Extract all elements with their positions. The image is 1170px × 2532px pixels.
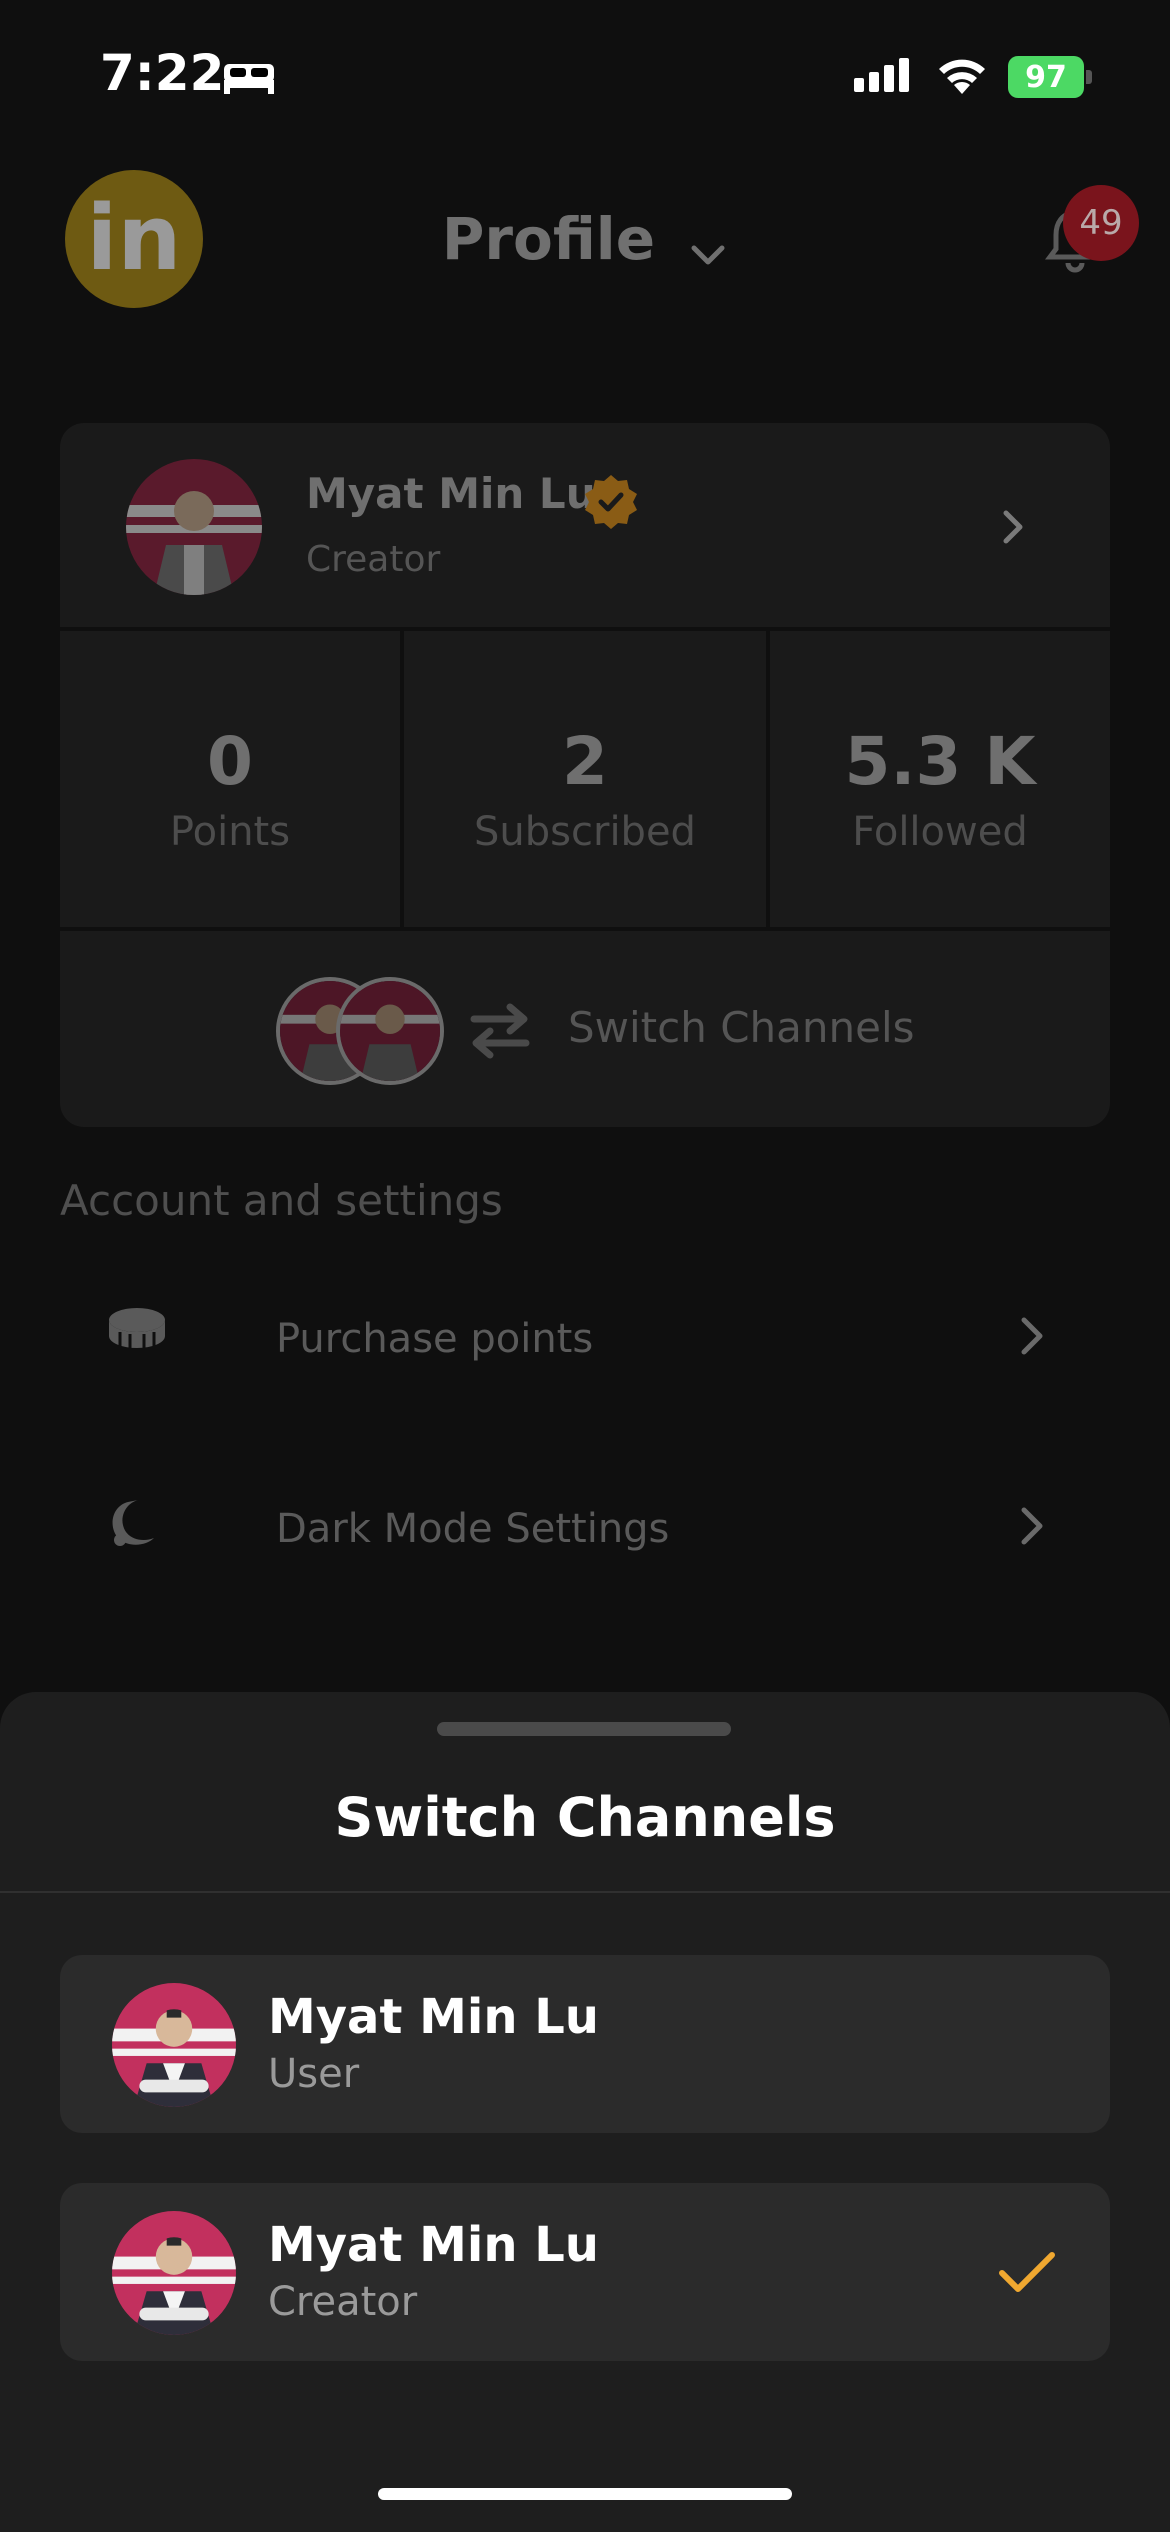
chevron-right-icon <box>1003 510 1023 544</box>
home-indicator[interactable] <box>378 2488 792 2500</box>
channel-name: Myat Min Lu <box>268 2217 599 2273</box>
verified-badge-icon <box>585 475 637 529</box>
profile-name: Myat Min Lu <box>306 469 596 518</box>
row-label: Dark Mode Settings <box>276 1506 670 1552</box>
sleep-bed-icon <box>224 64 274 94</box>
purchase-points-row[interactable]: Purchase points <box>60 1268 1110 1408</box>
row-label: Purchase points <box>276 1316 594 1362</box>
avatar <box>112 1983 236 2107</box>
swap-arrows-icon <box>470 1003 530 1059</box>
channel-name: Myat Min Lu <box>268 1989 599 2045</box>
stat-subscribed[interactable]: 2 Subscribed <box>404 631 766 927</box>
moon-icon <box>112 1500 154 1546</box>
section-title: Account and settings <box>60 1176 503 1225</box>
chevron-right-icon <box>1021 1317 1043 1355</box>
chevron-right-icon <box>1021 1507 1043 1545</box>
channel-item-creator[interactable]: Myat Min Lu Creator <box>60 2183 1110 2361</box>
battery-cap <box>1086 70 1092 84</box>
wifi-icon <box>939 59 985 94</box>
profile-card: Myat Min Lu Creator 0 Points 2 Subscribe… <box>60 423 1110 1127</box>
page-title: Profile <box>441 205 656 273</box>
sheet-drag-handle[interactable] <box>437 1722 731 1736</box>
battery-level: 97 <box>1025 59 1067 95</box>
profile-row[interactable]: Myat Min Lu Creator <box>60 423 1110 627</box>
switch-channels-label: Switch Channels <box>568 1003 915 1052</box>
notification-badge: 49 <box>1063 185 1139 261</box>
sheet-title: Switch Channels <box>334 1786 836 1849</box>
dark-mode-settings-row[interactable]: Dark Mode Settings <box>60 1458 1110 1598</box>
channel-role: Creator <box>268 2279 418 2325</box>
switch-channels-button[interactable]: Switch Channels <box>60 931 1110 1127</box>
stat-label: Subscribed <box>474 809 696 855</box>
channel-item-user[interactable]: Myat Min Lu User <box>60 1955 1110 2133</box>
stat-value: 5.3 K <box>844 723 1036 800</box>
channel-role: User <box>268 2051 360 2097</box>
divider <box>0 1891 1170 1893</box>
stat-followed[interactable]: 5.3 K Followed <box>770 631 1110 927</box>
chevron-down-icon <box>691 245 725 264</box>
channel-avatar <box>336 977 444 1085</box>
stat-label: Followed <box>852 809 1028 855</box>
coin-icon <box>109 1308 165 1348</box>
profile-role: Creator <box>306 539 441 580</box>
cellular-signal-icon <box>854 58 909 92</box>
battery-indicator: 97 <box>1008 56 1084 98</box>
stat-value: 0 <box>207 723 253 800</box>
status-time: 7:22 <box>100 44 225 102</box>
stat-label: Points <box>169 809 291 855</box>
profile-title-dropdown[interactable]: Profile <box>0 205 1170 273</box>
avatar <box>112 2211 236 2335</box>
stat-value: 2 <box>562 723 608 800</box>
checkmark-icon <box>999 2252 1055 2292</box>
avatar <box>126 459 262 595</box>
